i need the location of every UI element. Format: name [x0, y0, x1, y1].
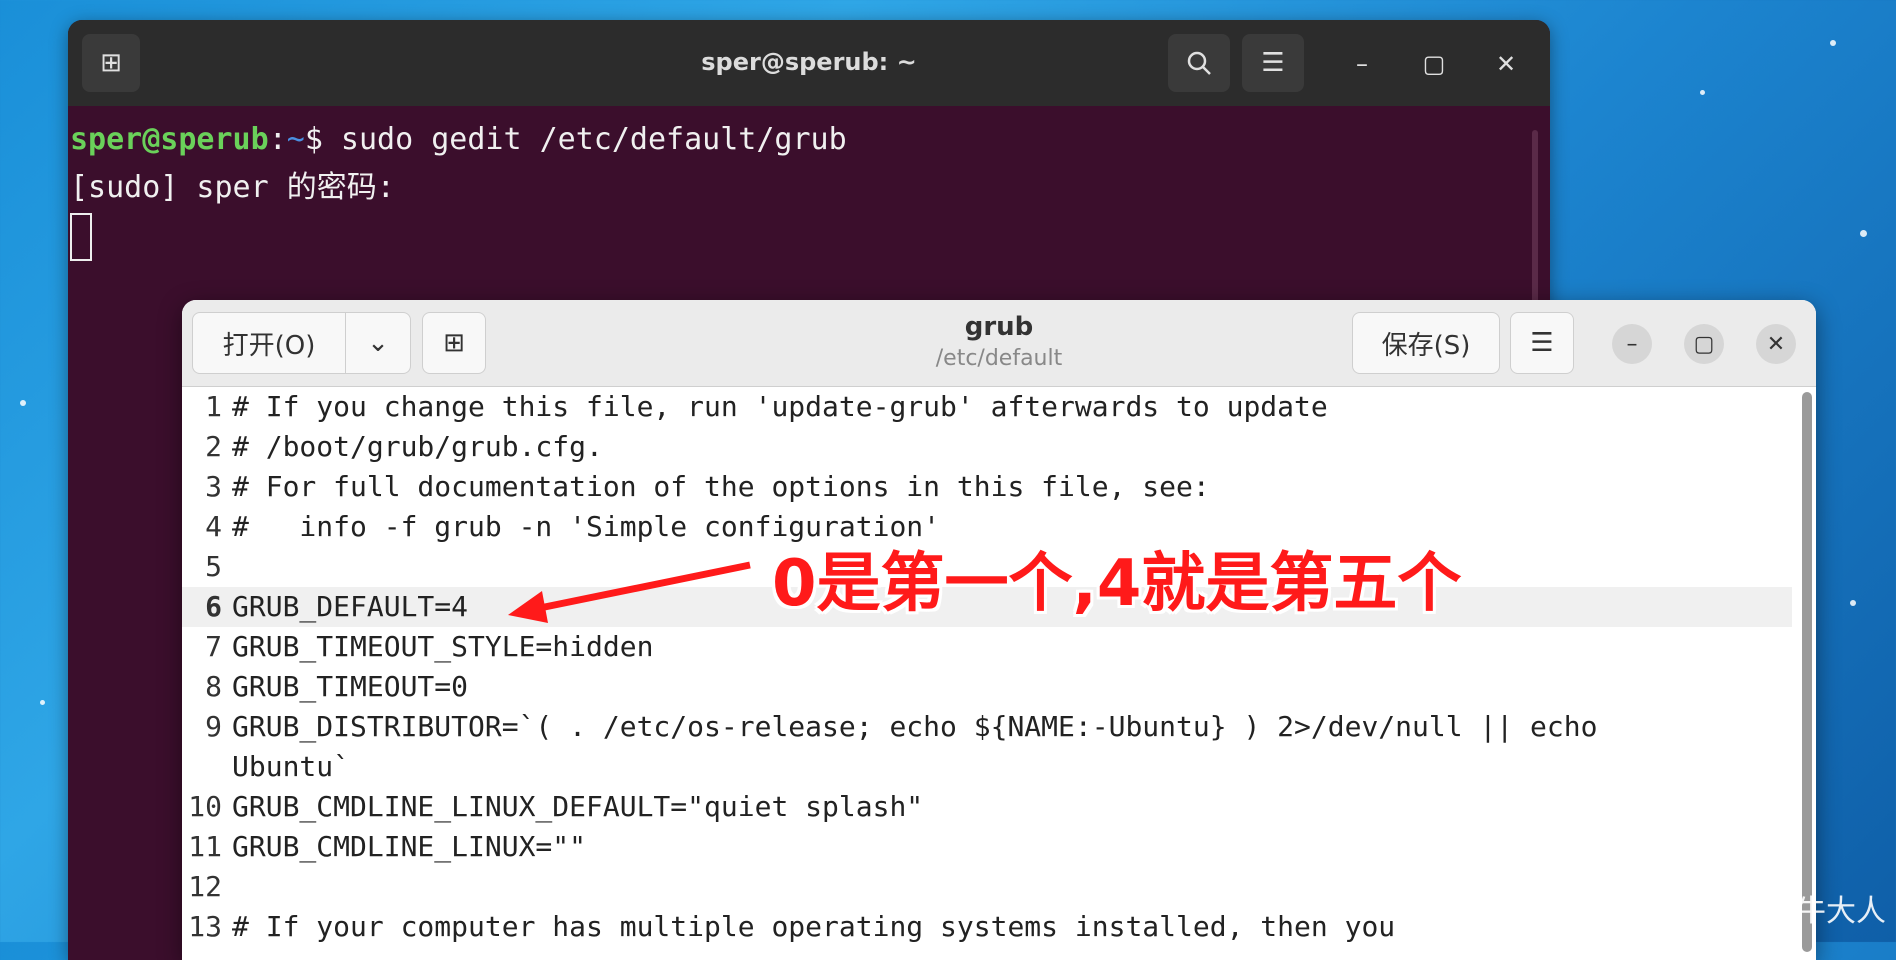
line-text: GRUB_DISTRIBUTOR=`( . /etc/os-release; e… — [232, 710, 1598, 743]
line-number: 4 — [205, 510, 222, 543]
editor-line[interactable]: 1 # If you change this file, run 'update-… — [182, 387, 1792, 427]
maximize-icon: ▢ — [1693, 331, 1715, 357]
line-text: # If your computer has multiple operatin… — [232, 910, 1396, 943]
watermark: CSDN @养牛大人 — [1640, 894, 1886, 929]
close-button[interactable]: ✕ — [1488, 46, 1524, 82]
line-number: 12 — [188, 870, 222, 903]
save-button[interactable]: 保存(S) — [1352, 312, 1500, 374]
annotation-text: 0是第一个,4就是第五个 — [772, 547, 1462, 621]
line-text: GRUB_TIMEOUT=0 — [232, 670, 469, 703]
bg-dot — [1850, 600, 1856, 606]
editor-scrollbar[interactable] — [1802, 392, 1812, 952]
prompt-user: sper@sperub — [70, 122, 269, 157]
minimize-button[interactable]: – — [1344, 46, 1380, 82]
line-text: Ubuntu` — [232, 750, 351, 783]
maximize-button[interactable]: ▢ — [1684, 324, 1724, 364]
bg-dot — [1860, 230, 1867, 237]
text-editor[interactable]: 1 # If you change this file, run 'update-… — [182, 387, 1816, 960]
annotation-arrow — [508, 561, 751, 623]
line-number: 8 — [205, 670, 222, 703]
line-number: 6 — [205, 590, 222, 623]
line-number: 2 — [205, 430, 222, 463]
bg-dot — [20, 400, 26, 406]
maximize-icon: ▢ — [1422, 50, 1446, 78]
line-number: 3 — [205, 470, 222, 503]
close-icon: ✕ — [1495, 50, 1517, 78]
line-number: 1 — [205, 390, 222, 423]
line-number: 5 — [205, 550, 222, 583]
line-number: 11 — [188, 830, 222, 863]
terminal-cursor — [70, 212, 92, 261]
gedit-headerbar[interactable]: 打开(O) ⌄ ⊞ grub /etc/default 保存(S) ☰ – ▢ … — [182, 300, 1816, 387]
editor-line[interactable]: 3 # For full documentation of the options… — [182, 467, 1792, 507]
search-icon — [1187, 51, 1211, 75]
editor-line[interactable]: 8 GRUB_TIMEOUT=0 — [182, 667, 1792, 707]
command-line: sper@sperub:~$ sudo gedit /etc/default/g… — [70, 116, 1550, 164]
bg-dot — [40, 700, 45, 705]
editor-line[interactable]: 10 GRUB_CMDLINE_LINUX_DEFAULT="quiet spla… — [182, 787, 1792, 827]
line-number: 9 — [205, 710, 222, 743]
editor-line[interactable]: 7 GRUB_TIMEOUT_STYLE=hidden — [182, 627, 1792, 667]
line-text: # If you change this file, run 'update-g… — [232, 390, 1328, 423]
bg-dot — [1830, 40, 1836, 46]
close-icon: ✕ — [1766, 331, 1786, 357]
sudo-prompt: [sudo] sper 的密码: — [70, 170, 395, 205]
editor-line[interactable]: Ubuntu` — [182, 747, 1792, 787]
editor-line[interactable]: 9 GRUB_DISTRIBUTOR=`( . /etc/os-release; … — [182, 707, 1792, 747]
editor-line[interactable]: 13 # If your computer has multiple operat… — [182, 907, 1792, 947]
prompt-path: ~ — [286, 122, 305, 157]
gedit-window[interactable]: 打开(O) ⌄ ⊞ grub /etc/default 保存(S) ☰ – ▢ … — [182, 300, 1816, 960]
prompt-sep: : — [268, 122, 287, 157]
maximize-button[interactable]: ▢ — [1416, 46, 1452, 82]
editor-line[interactable]: 2 # /boot/grub/grub.cfg. — [182, 427, 1792, 467]
editor-line[interactable]: 12 — [182, 867, 1792, 907]
minimize-button[interactable]: – — [1612, 324, 1652, 364]
line-number: 7 — [205, 630, 222, 663]
menu-button[interactable]: ☰ — [1242, 34, 1304, 92]
line-text: # For full documentation of the options … — [232, 470, 1210, 503]
line-text: # /boot/grub/grub.cfg. — [232, 430, 603, 463]
line-text: GRUB_DEFAULT=4 — [232, 590, 469, 623]
terminal-title: sper@sperub: ~ — [701, 48, 917, 76]
editor-line[interactable]: 11 GRUB_CMDLINE_LINUX="" — [182, 827, 1792, 867]
menu-button[interactable]: ☰ — [1510, 312, 1574, 374]
bg-dot — [1700, 90, 1705, 95]
search-button[interactable] — [1168, 34, 1230, 92]
close-button[interactable]: ✕ — [1756, 324, 1796, 364]
prompt-symbol: $ — [304, 122, 323, 157]
terminal-titlebar[interactable]: ⊞ sper@sperub: ~ ☰ – ▢ ✕ — [68, 20, 1550, 106]
hamburger-icon: ☰ — [1261, 48, 1285, 78]
hamburger-icon: ☰ — [1530, 328, 1554, 358]
line-text: GRUB_CMDLINE_LINUX_DEFAULT="quiet splash… — [232, 790, 924, 823]
minimize-icon: – — [1626, 331, 1638, 357]
line-number: 10 — [188, 790, 222, 823]
minimize-icon: – — [1356, 50, 1368, 78]
line-text: GRUB_CMDLINE_LINUX="" — [232, 830, 587, 863]
line-number: 13 — [188, 910, 222, 943]
command-text: sudo gedit /etc/default/grub — [322, 122, 847, 157]
